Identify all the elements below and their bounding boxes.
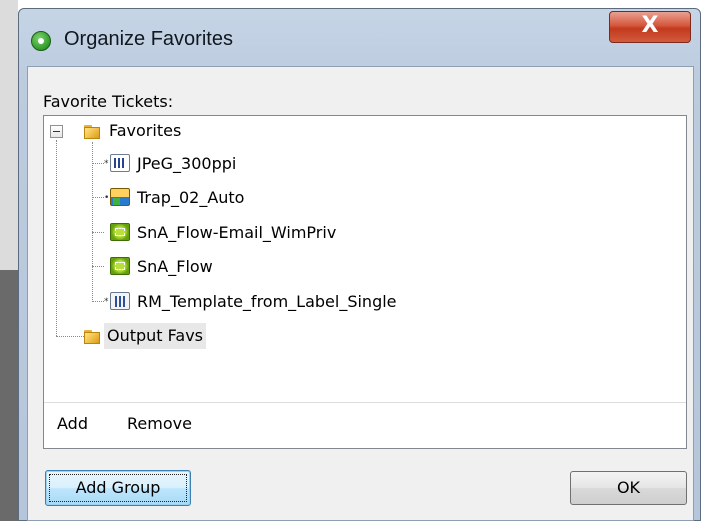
remove-button[interactable]: Remove	[127, 414, 192, 433]
sna-flow-icon	[110, 257, 130, 275]
tree-connector	[92, 232, 104, 233]
dialog-body: Favorite Tickets: Favorites * JPeG_300pp…	[27, 66, 694, 521]
tree-connector	[92, 142, 93, 302]
collapse-toggle[interactable]	[50, 125, 63, 138]
star-icon: *	[104, 159, 109, 169]
folder-icon	[84, 328, 102, 344]
tree-connector	[92, 266, 104, 267]
tree-connector	[92, 301, 104, 302]
close-icon: X	[641, 13, 659, 38]
add-button[interactable]: Add	[57, 414, 88, 433]
folder-icon	[84, 123, 102, 139]
trap-ticket-icon	[110, 188, 130, 206]
rm-template-icon	[110, 292, 130, 310]
tree-connector	[92, 197, 104, 198]
title-bar[interactable]: Organize Favorites X	[19, 9, 700, 67]
tree-footer: Add Remove	[44, 402, 686, 448]
jpeg-ticket-icon	[110, 154, 130, 172]
sna-flow-icon	[110, 223, 130, 241]
star-icon: *	[104, 297, 109, 307]
favorites-tree[interactable]: Favorites * JPeG_300ppi • Trap_02_Auto S…	[43, 115, 687, 449]
organize-favorites-dialog: Organize Favorites X Favorite Tickets: F…	[18, 8, 701, 521]
star-icon: •	[104, 193, 110, 203]
tree-connector	[56, 336, 86, 337]
favorite-tickets-label: Favorite Tickets:	[43, 92, 174, 111]
dialog-title: Organize Favorites	[64, 28, 233, 50]
tree-connector	[92, 163, 104, 164]
app-icon	[31, 31, 51, 51]
tree-connector	[56, 140, 57, 336]
desktop-background	[0, 0, 18, 521]
close-button[interactable]: X	[609, 11, 691, 43]
add-group-button[interactable]: Add Group	[45, 470, 191, 506]
ok-button[interactable]: OK	[570, 471, 687, 505]
